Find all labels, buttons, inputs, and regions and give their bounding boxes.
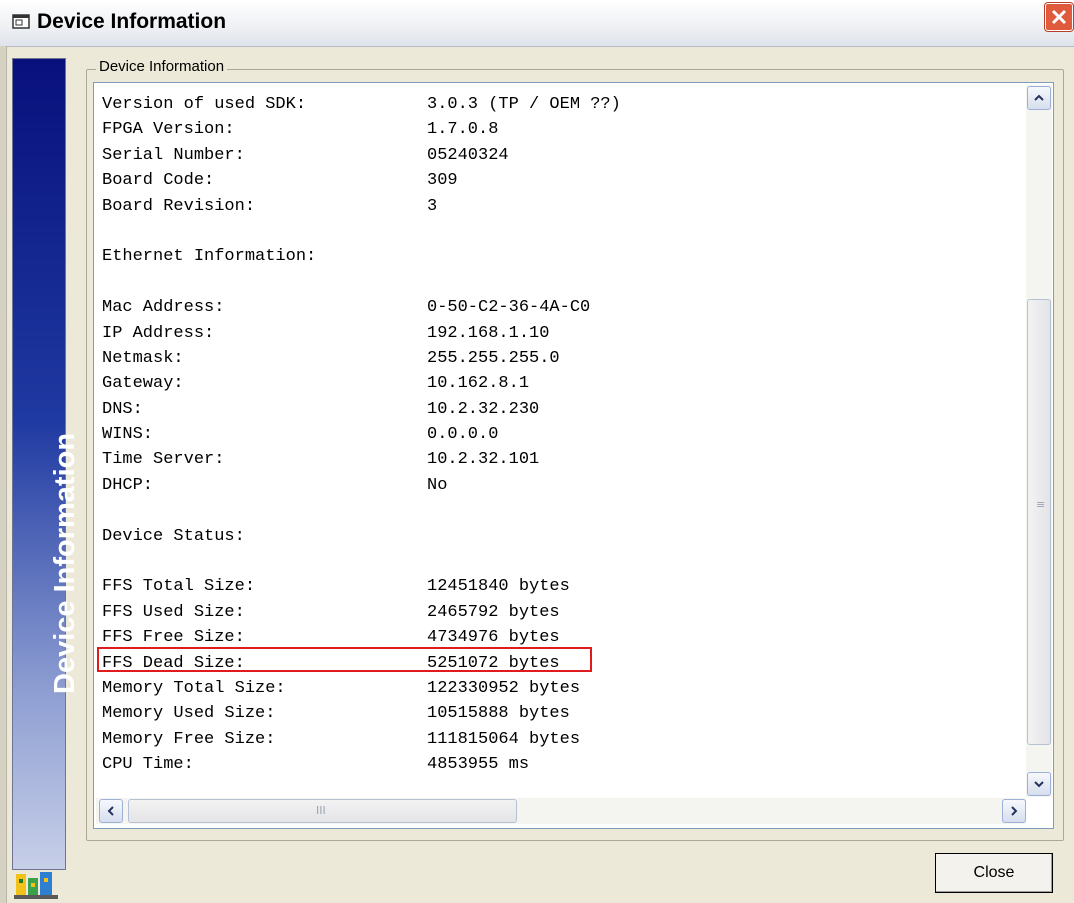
info-label: Mac Address: — [102, 298, 225, 318]
info-value: 10.162.8.1 — [427, 374, 530, 394]
info-row: CPU Time: 4853955 ms — [102, 752, 621, 777]
info-row: Netmask: 255.255.255.0 — [102, 346, 621, 371]
window-left-border — [0, 46, 7, 903]
device-information-window: Device Information Device Information De… — [0, 0, 1074, 903]
info-label: Serial Number: — [102, 145, 245, 165]
grip-icon: ≡ — [1036, 498, 1046, 511]
title-bar[interactable]: Device Information — [0, 0, 1074, 47]
info-label: Device Status: — [102, 526, 245, 546]
info-value: 05240324 — [427, 145, 509, 165]
info-value: 10.2.32.230 — [427, 399, 540, 419]
arrow-left-icon[interactable] — [99, 799, 123, 823]
info-row — [102, 270, 621, 295]
close-button[interactable]: Close — [935, 853, 1053, 893]
info-row: Time Server: 10.2.32.101 — [102, 447, 621, 472]
ffs-dead-size-highlight — [97, 647, 592, 672]
info-value: 309 — [427, 171, 458, 191]
info-row: Memory Used Size: 10515888 bytes — [102, 701, 621, 726]
info-value: 3.0.3 (TP / OEM ??) — [427, 95, 621, 114]
info-label: CPU Time: — [102, 755, 194, 775]
info-label: IP Address: — [102, 323, 215, 343]
horizontal-scroll-thumb[interactable]: III — [128, 799, 517, 823]
info-value: 10.2.32.101 — [427, 450, 540, 470]
info-value: 3 — [427, 196, 438, 216]
window-icon — [12, 14, 30, 29]
info-value: 1.7.0.8 — [427, 120, 499, 140]
info-value: No — [427, 475, 448, 495]
info-row: DHCP: No — [102, 473, 621, 498]
arrow-down-icon[interactable] — [1027, 772, 1051, 796]
group-label: Device Information — [96, 58, 228, 75]
side-banner-text: Device Information — [49, 432, 81, 694]
device-info-textbox[interactable]: Version of used SDK: 3.0.3 (TP / OEM ??) F… — [93, 82, 1054, 829]
info-row: Memory Total Size: 122330952 bytes — [102, 676, 621, 701]
info-label: Gateway: — [102, 374, 184, 394]
info-label: Memory Total Size: — [102, 678, 286, 698]
info-row — [102, 498, 621, 523]
info-value: 4853955 ms — [427, 755, 530, 775]
info-row: Mac Address: 0-50-C2-36-4A-C0 — [102, 295, 621, 320]
info-label: Memory Used Size: — [102, 704, 276, 724]
info-value: 0.0.0.0 — [427, 425, 499, 445]
device-info-content: Version of used SDK: 3.0.3 (TP / OEM ??) F… — [102, 92, 621, 778]
info-label: Board Revision: — [102, 196, 256, 216]
info-row: Ethernet Information: — [102, 244, 621, 269]
info-row: Board Code: 309 — [102, 168, 621, 193]
info-label: Board Code: — [102, 171, 215, 191]
app-logo-icon — [14, 872, 58, 899]
arrow-up-icon[interactable] — [1027, 86, 1051, 110]
info-row: DNS: 10.2.32.230 — [102, 397, 621, 422]
info-label: FPGA Version: — [102, 120, 235, 140]
info-label: Time Server: — [102, 450, 225, 470]
vertical-scroll-thumb[interactable]: ≡ — [1027, 299, 1051, 745]
info-label: FFS Used Size: — [102, 602, 245, 622]
info-row — [102, 219, 621, 244]
info-label: WINS: — [102, 425, 154, 445]
info-value: 4734976 bytes — [427, 628, 560, 648]
info-row: WINS: 0.0.0.0 — [102, 422, 621, 447]
info-label: DHCP: — [102, 475, 154, 495]
arrow-right-icon[interactable] — [1002, 799, 1026, 823]
info-row: FFS Used Size: 2465792 bytes — [102, 600, 621, 625]
info-row — [102, 549, 621, 574]
info-value: 12451840 bytes — [427, 577, 570, 597]
info-value: 255.255.255.0 — [427, 348, 560, 368]
info-value: 122330952 bytes — [427, 678, 581, 698]
info-row: Device Status: — [102, 524, 621, 549]
close-icon[interactable] — [1045, 3, 1073, 31]
info-row: Memory Free Size: 111815064 bytes — [102, 727, 621, 752]
info-row: Gateway: 10.162.8.1 — [102, 371, 621, 396]
info-label: Memory Free Size: — [102, 729, 276, 749]
window-title: Device Information — [37, 10, 227, 33]
info-value: 10515888 bytes — [427, 704, 570, 724]
info-row: FFS Total Size: 12451840 bytes — [102, 574, 621, 599]
info-value: 0-50-C2-36-4A-C0 — [427, 298, 591, 318]
info-label: FFS Total Size: — [102, 577, 256, 597]
info-row: FPGA Version: 1.7.0.8 — [102, 117, 621, 142]
info-value: 111815064 bytes — [427, 729, 581, 749]
info-row: Serial Number: 05240324 — [102, 143, 621, 168]
grip-icon: III — [316, 804, 326, 817]
info-label: Netmask: — [102, 348, 184, 368]
info-label: Ethernet Information: — [102, 247, 317, 267]
info-label: Version of used SDK: — [102, 95, 307, 114]
info-row: Version of used SDK: 3.0.3 (TP / OEM ??) — [102, 92, 621, 117]
info-row: Board Revision: 3 — [102, 194, 621, 219]
info-row: IP Address: 192.168.1.10 — [102, 321, 621, 346]
side-banner: Device Information — [12, 58, 81, 870]
info-label: DNS: — [102, 399, 143, 419]
info-value: 192.168.1.10 — [427, 323, 550, 343]
info-value: 2465792 bytes — [427, 602, 560, 622]
